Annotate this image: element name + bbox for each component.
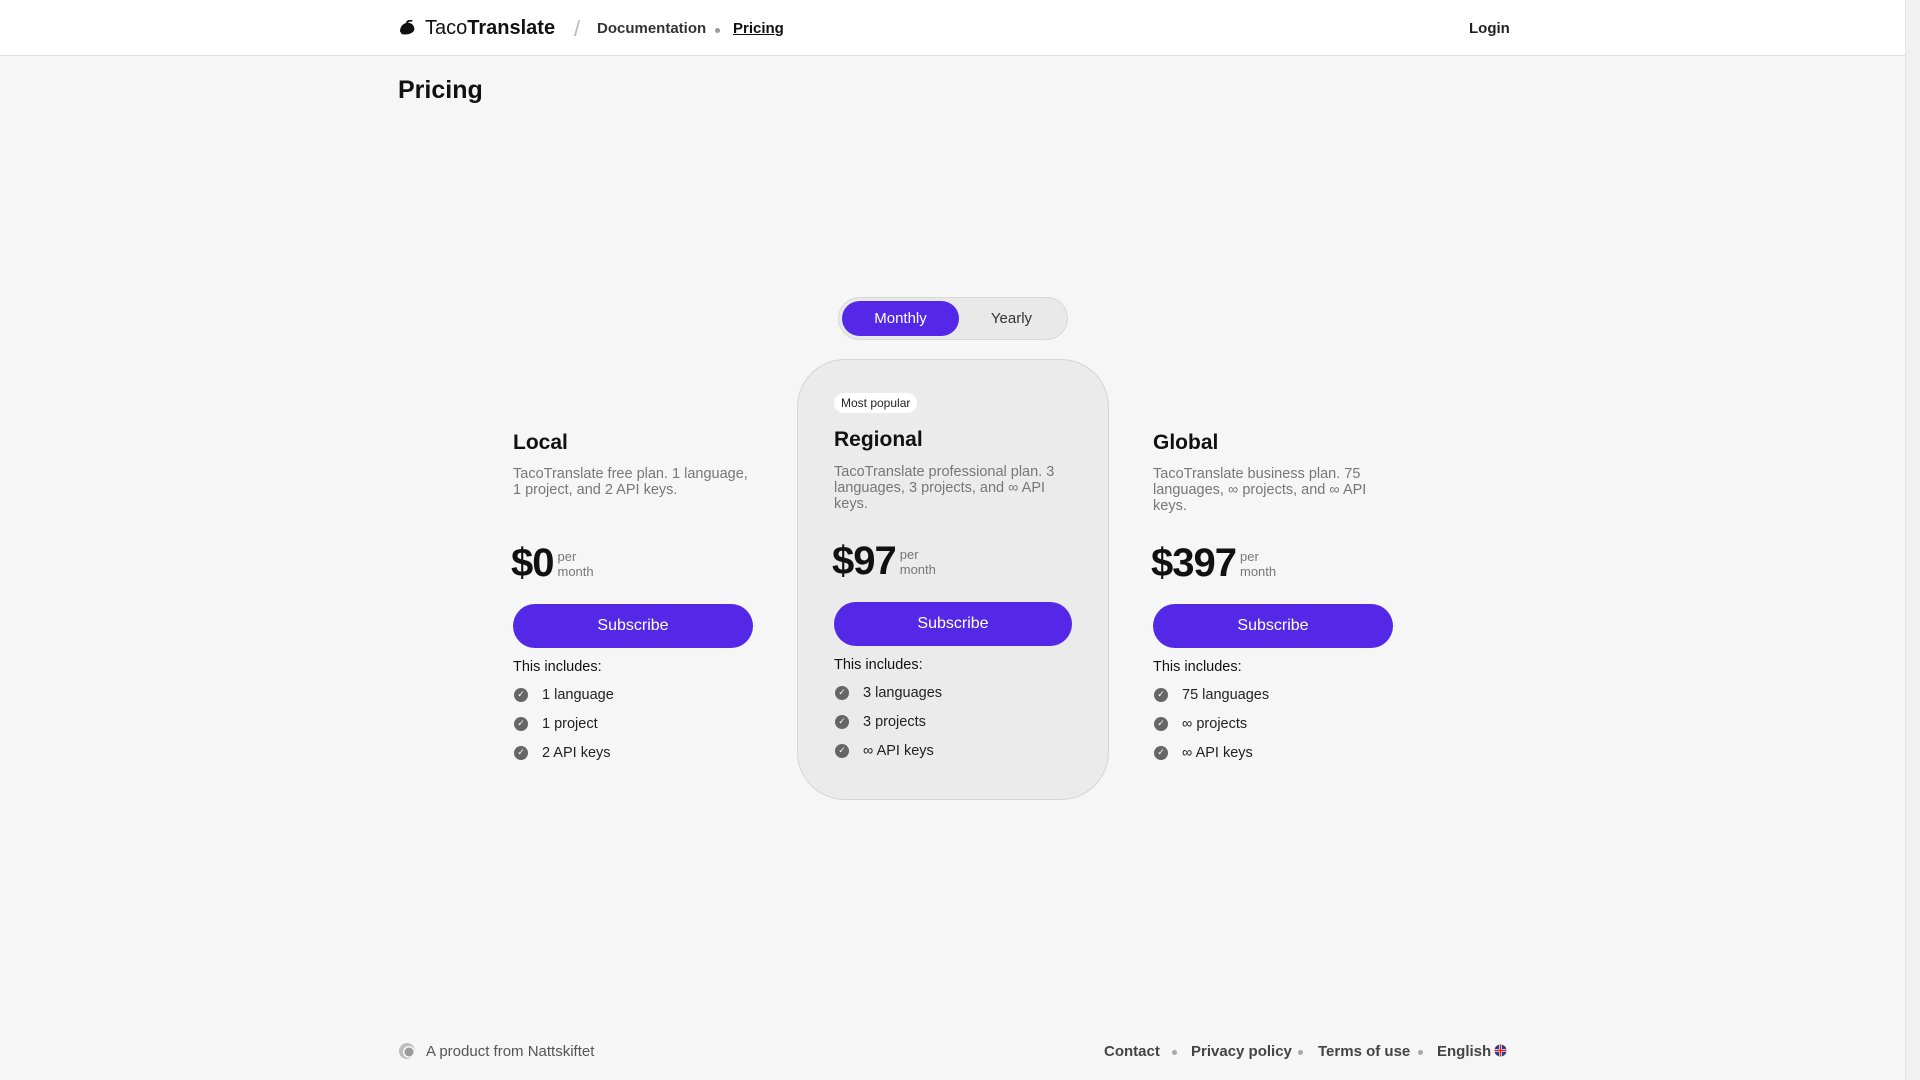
plan-name: Global: [1153, 431, 1219, 454]
plan-price-per: per: [899, 547, 919, 562]
plan-price-month: month: [557, 564, 594, 579]
feature-item: ✓ 2 API keys: [513, 738, 614, 767]
page-scrollbar[interactable]: [1905, 0, 1920, 1080]
plan-price-period: per month: [558, 549, 594, 579]
check-circle-icon: ✓: [514, 716, 528, 731]
subscribe-button[interactable]: Subscribe: [834, 602, 1072, 646]
plan-description: TacoTranslate professional plan. 3 langu…: [834, 464, 1055, 512]
feature-list: ✓ 75 languages ✓ ∞ projects ✓ ∞ API keys: [1153, 680, 1269, 767]
brand-name: TacoTranslate: [425, 17, 555, 40]
brand-logo-link[interactable]: TacoTranslate: [398, 17, 555, 40]
plan-price-per: per: [1239, 549, 1259, 564]
check-circle-icon: ✓: [1154, 687, 1168, 702]
feature-item: ✓ 1 language: [513, 680, 614, 709]
subscribe-button[interactable]: Subscribe: [1153, 604, 1393, 648]
plan-price: $97: [832, 539, 897, 583]
footer-separator-dot: [1298, 1050, 1303, 1055]
plan-description: TacoTranslate free plan. 1 language, 1 p…: [513, 466, 748, 498]
billing-period-toggle: Monthly Yearly: [838, 297, 1068, 340]
plan-description: TacoTranslate business plan. 75 language…: [1153, 466, 1367, 514]
includes-label: This includes:: [1153, 659, 1242, 675]
plan-price-month: month: [899, 562, 936, 577]
footer-product-from[interactable]: A product from Nattskiftet: [426, 1043, 594, 1060]
feature-list: ✓ 1 language ✓ 1 project ✓ 2 API keys: [513, 680, 614, 767]
footer-link-terms[interactable]: Terms of use: [1318, 1043, 1410, 1060]
plan-name: Regional: [834, 428, 923, 451]
feature-item: ✓ 75 languages: [1153, 680, 1269, 709]
includes-label: This includes:: [513, 659, 602, 675]
feature-label: 75 languages: [1182, 686, 1270, 703]
plan-price-period: per month: [900, 547, 936, 577]
brand-name-light: Taco: [425, 17, 468, 39]
plan-price-row: $0 per month: [511, 543, 594, 583]
plan-price: $397: [1151, 541, 1237, 585]
top-navigation-bar: TacoTranslate / Documentation Pricing Lo…: [0, 0, 1905, 56]
feature-item: ✓ ∞ API keys: [834, 736, 942, 765]
brand-name-bold: Translate: [467, 17, 556, 39]
plan-name: Local: [513, 431, 568, 454]
nav-link-pricing[interactable]: Pricing: [733, 20, 784, 37]
check-circle-icon: ✓: [1154, 745, 1168, 760]
footer-separator-dot: [1418, 1050, 1423, 1055]
feature-label: 1 language: [542, 686, 614, 703]
plan-card-regional: Most popular Regional TacoTranslate prof…: [797, 359, 1109, 800]
uk-flag-icon: [1494, 1044, 1507, 1057]
login-link[interactable]: Login: [1469, 20, 1510, 37]
plan-price-month: month: [1239, 564, 1277, 579]
nav-separator-dot: [715, 28, 720, 33]
subscribe-button[interactable]: Subscribe: [513, 604, 753, 648]
feature-label: 1 project: [542, 715, 598, 732]
taco-logo-icon: [399, 20, 415, 35]
feature-label: ∞ API keys: [863, 742, 934, 759]
plan-price-per: per: [557, 549, 577, 564]
toggle-yearly[interactable]: Yearly: [953, 301, 1070, 336]
footer-separator-dot: [1172, 1050, 1177, 1055]
footer-language-selector[interactable]: English: [1437, 1043, 1491, 1060]
feature-label: ∞ API keys: [1182, 744, 1253, 761]
plan-price-row: $397 per month: [1151, 543, 1276, 583]
feature-list: ✓ 3 languages ✓ 3 projects ✓ ∞ API keys: [834, 678, 942, 765]
nav-link-documentation[interactable]: Documentation: [597, 20, 706, 37]
feature-item: ✓ 3 projects: [834, 707, 942, 736]
footer-link-contact[interactable]: Contact: [1104, 1043, 1160, 1060]
most-popular-badge: Most popular: [834, 393, 918, 413]
feature-item: ✓ 3 languages: [834, 678, 942, 707]
plan-price-row: $97 per month: [832, 541, 936, 581]
feature-label: ∞ projects: [1182, 715, 1248, 732]
feature-item: ✓ ∞ projects: [1153, 709, 1269, 738]
check-circle-icon: ✓: [514, 745, 528, 760]
breadcrumb-separator: /: [574, 16, 581, 41]
feature-item: ✓ ∞ API keys: [1153, 738, 1269, 767]
footer-link-privacy[interactable]: Privacy policy: [1191, 1043, 1292, 1060]
check-circle-icon: ✓: [835, 743, 849, 758]
plan-price: $0: [511, 541, 554, 585]
check-circle-icon: ✓: [514, 687, 528, 702]
page-title: Pricing: [398, 76, 483, 104]
toggle-monthly[interactable]: Monthly: [842, 301, 959, 336]
feature-label: 3 projects: [863, 713, 926, 730]
check-circle-icon: ✓: [835, 685, 849, 700]
feature-item: ✓ 1 project: [513, 709, 614, 738]
plan-card-local: Local TacoTranslate free plan. 1 languag…: [511, 359, 753, 800]
feature-label: 2 API keys: [542, 744, 611, 761]
check-circle-icon: ✓: [1154, 716, 1168, 731]
nattskiftet-logo-icon: [399, 1043, 415, 1059]
feature-label: 3 languages: [863, 684, 943, 701]
plan-price-period: per month: [1240, 549, 1276, 579]
plan-card-global: Global TacoTranslate business plan. 75 l…: [1151, 359, 1393, 800]
includes-label: This includes:: [834, 657, 923, 673]
check-circle-icon: ✓: [835, 714, 849, 729]
